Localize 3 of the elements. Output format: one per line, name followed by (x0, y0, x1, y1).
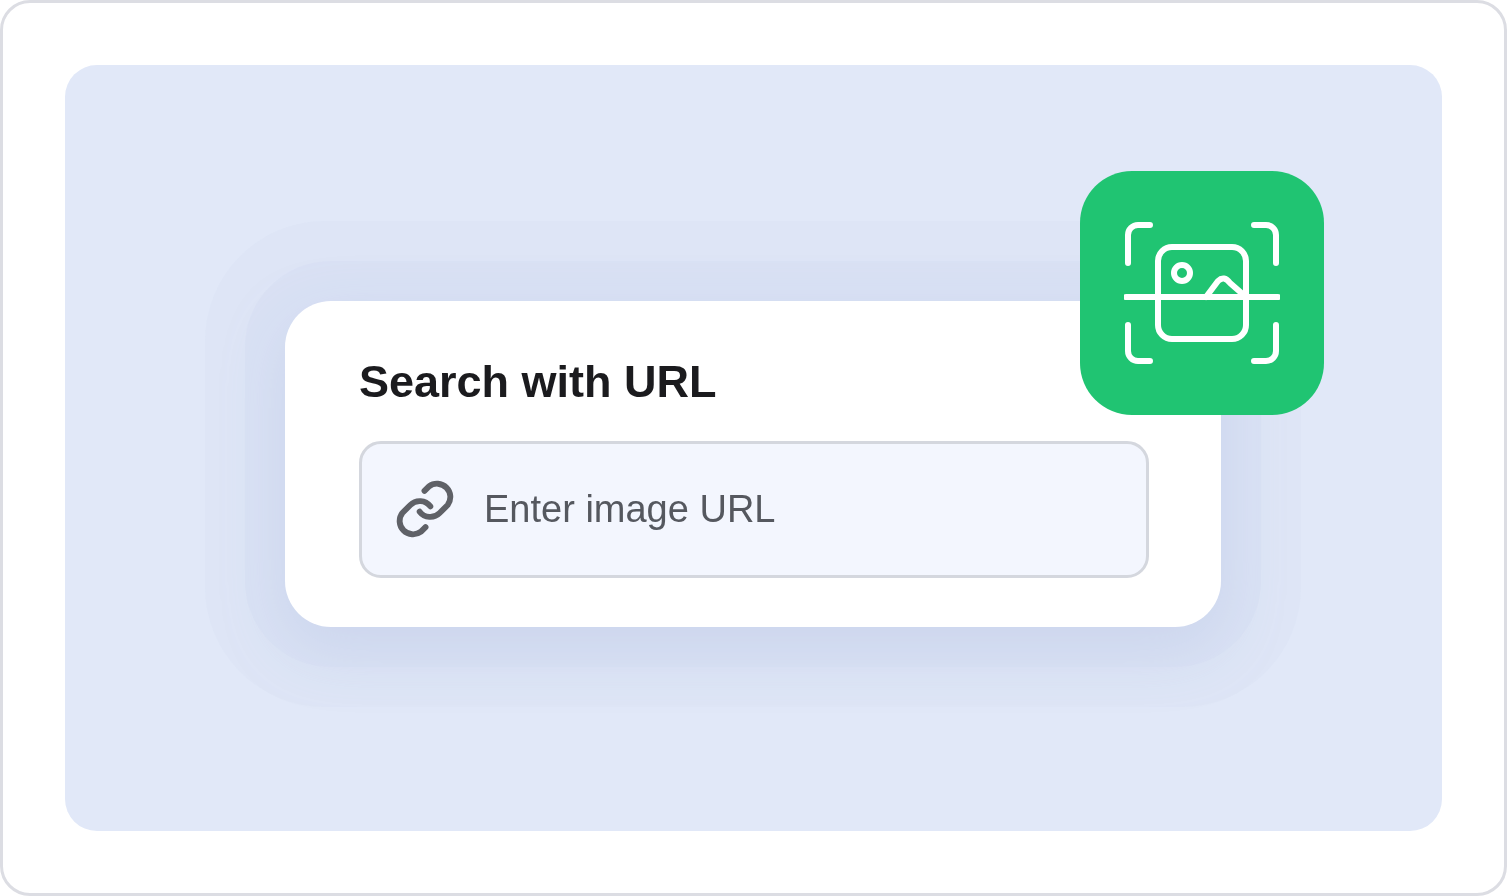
image-scan-icon (1124, 221, 1280, 365)
card-title: Search with URL (359, 355, 717, 409)
url-input-field[interactable]: Enter image URL (359, 441, 1149, 578)
